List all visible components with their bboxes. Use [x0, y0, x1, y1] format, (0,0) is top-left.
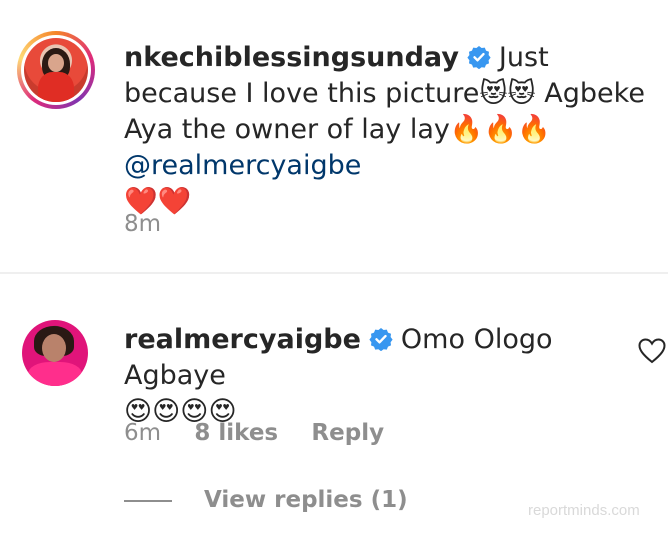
- caption-emoji-fire: 🔥🔥🔥: [449, 114, 551, 145]
- comment-likes-count[interactable]: 8 likes: [194, 420, 278, 446]
- comment-meta-row: 6m 8 likes Reply: [124, 420, 410, 446]
- avatar-outfit: [28, 362, 82, 386]
- caption-author-avatar[interactable]: [17, 31, 95, 109]
- watermark: reportminds.com: [528, 502, 640, 519]
- avatar-photo: [24, 38, 88, 102]
- caption-username[interactable]: nkechiblessingsunday: [124, 42, 459, 73]
- comment-username[interactable]: realmercyaigbe: [124, 324, 361, 355]
- comment-timestamp: 6m: [124, 420, 162, 446]
- reply-button[interactable]: Reply: [311, 420, 384, 446]
- avatar-face: [48, 54, 64, 72]
- caption-timestamp: 8m: [124, 211, 162, 237]
- avatar-face: [42, 334, 66, 362]
- caption-mention-link[interactable]: @realmercyaigbe: [124, 150, 361, 181]
- comment-author-avatar[interactable]: [22, 320, 88, 386]
- view-replies-button[interactable]: View replies (1): [204, 487, 408, 513]
- avatar-dress: [38, 72, 74, 102]
- post-caption: nkechiblessingsunday Just because I love …: [124, 40, 654, 220]
- comment-body: realmercyaigbe Omo Ologo Agbaye 😍😍😍😍: [124, 322, 624, 430]
- verified-badge-icon: [467, 46, 491, 69]
- section-divider: [0, 272, 668, 274]
- replies-divider-line: [124, 500, 172, 502]
- verified-badge-icon: [369, 328, 393, 351]
- caption-emoji-cats: 😻😻: [479, 78, 536, 109]
- like-heart-icon[interactable]: [638, 338, 666, 364]
